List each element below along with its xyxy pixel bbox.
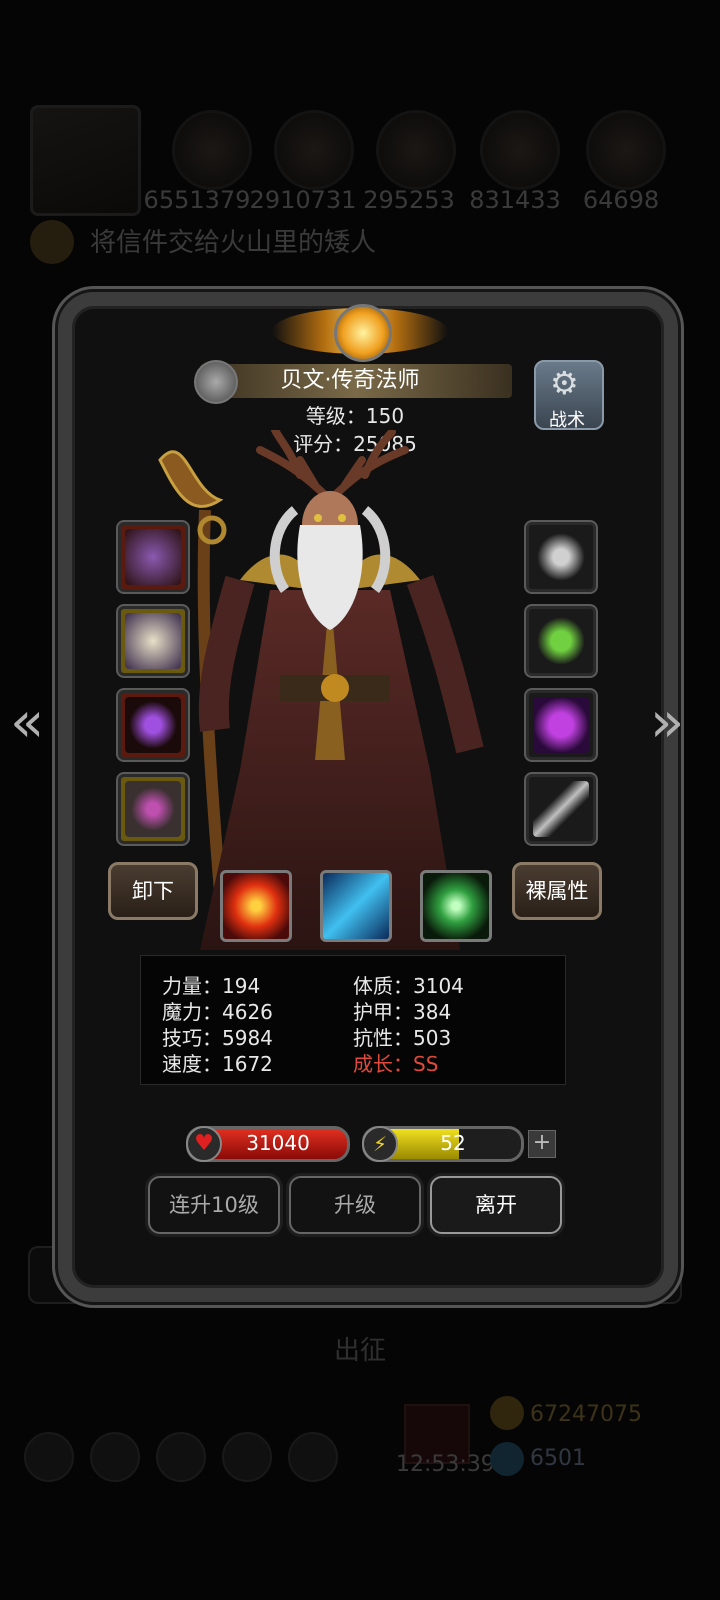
lightning-icon: ⚡ <box>362 1126 398 1162</box>
equip-slot-ring[interactable] <box>118 774 188 844</box>
ring-icon <box>125 781 181 837</box>
resource-icon <box>172 110 252 190</box>
green-orb-icon <box>533 613 589 669</box>
gem-icon <box>490 1442 524 1476</box>
stat-growth: 成长：SS <box>353 1052 439 1076</box>
stat-resistance: 抗性：503 <box>353 1026 452 1050</box>
equip-slot-armor[interactable] <box>118 606 188 676</box>
add-energy-button[interactable]: + <box>528 1130 556 1158</box>
resource-value: 831433 <box>469 186 561 214</box>
amulet-icon <box>125 697 181 753</box>
resource-icon <box>274 110 354 190</box>
quest-text: 将信件交给火山里的矮人 <box>90 228 377 258</box>
resource-value: 295253 <box>363 186 455 214</box>
unequip-button[interactable]: 卸下 <box>108 862 198 920</box>
stat-constitution: 体质：3104 <box>353 974 464 998</box>
staff-icon <box>125 529 181 585</box>
next-hero-arrow-icon[interactable]: » <box>650 690 684 755</box>
level-up-button[interactable]: 升级 <box>289 1176 421 1234</box>
previous-hero-arrow-icon[interactable]: « <box>10 690 44 755</box>
resource-icon <box>376 110 456 190</box>
level-up-10-button[interactable]: 连升10级 <box>148 1176 280 1234</box>
purple-gem-icon <box>533 697 589 753</box>
green-light-icon[interactable] <box>420 870 492 942</box>
energy-value: 52 <box>440 1131 466 1155</box>
hero-level: 等级：150 <box>305 404 405 428</box>
hp-value: 31040 <box>246 1131 310 1155</box>
dock-icon <box>222 1432 272 1482</box>
ice-slash-icon[interactable] <box>320 870 392 942</box>
equip-slot-accessory-2[interactable] <box>526 606 596 676</box>
gem-value: 6501 <box>530 1446 586 1471</box>
dock-icon <box>288 1432 338 1482</box>
cloud-icon <box>533 529 589 585</box>
base-attributes-button[interactable]: 裸属性 <box>512 862 602 920</box>
gold-icon <box>490 1396 524 1430</box>
gear-icon: ⚙ <box>550 364 579 402</box>
stat-magic: 魔力：4626 <box>162 1000 273 1024</box>
leave-button[interactable]: 离开 <box>430 1176 562 1234</box>
resource-icon <box>480 110 560 190</box>
dock-icon <box>156 1432 206 1482</box>
fire-burst-icon[interactable] <box>220 870 292 942</box>
resource-value: 6551379 <box>143 186 251 214</box>
equip-slot-weapon[interactable] <box>118 522 188 592</box>
robe-icon <box>125 613 181 669</box>
stat-skill: 技巧：5984 <box>162 1026 273 1050</box>
clock-text: 12:53:39 <box>396 1452 495 1477</box>
player-portrait <box>30 105 141 216</box>
quest-icon <box>30 220 74 264</box>
dagger-icon <box>533 781 589 837</box>
stat-armor: 护甲：384 <box>353 1000 452 1024</box>
tactics-label: 战术 <box>549 410 585 431</box>
expedition-label: 出征 <box>333 1336 386 1366</box>
stat-speed: 速度：1672 <box>162 1052 273 1076</box>
hero-name: 贝文·传奇法师 <box>280 368 420 393</box>
equip-slot-accessory-3[interactable] <box>526 690 596 760</box>
gold-value: 67247075 <box>530 1402 642 1427</box>
stat-strength: 力量：194 <box>162 974 261 998</box>
dock-icon <box>90 1432 140 1482</box>
resource-value: 2910731 <box>249 186 357 214</box>
resource-icon <box>586 110 666 190</box>
heart-icon: ♥ <box>186 1126 222 1162</box>
resource-value: 64698 <box>582 186 660 214</box>
equip-slot-accessory-4[interactable] <box>526 774 596 844</box>
crest-orb-icon <box>334 304 392 362</box>
equip-slot-accessory-1[interactable] <box>526 522 596 592</box>
equip-slot-amulet[interactable] <box>118 690 188 760</box>
dock-icon <box>24 1432 74 1482</box>
